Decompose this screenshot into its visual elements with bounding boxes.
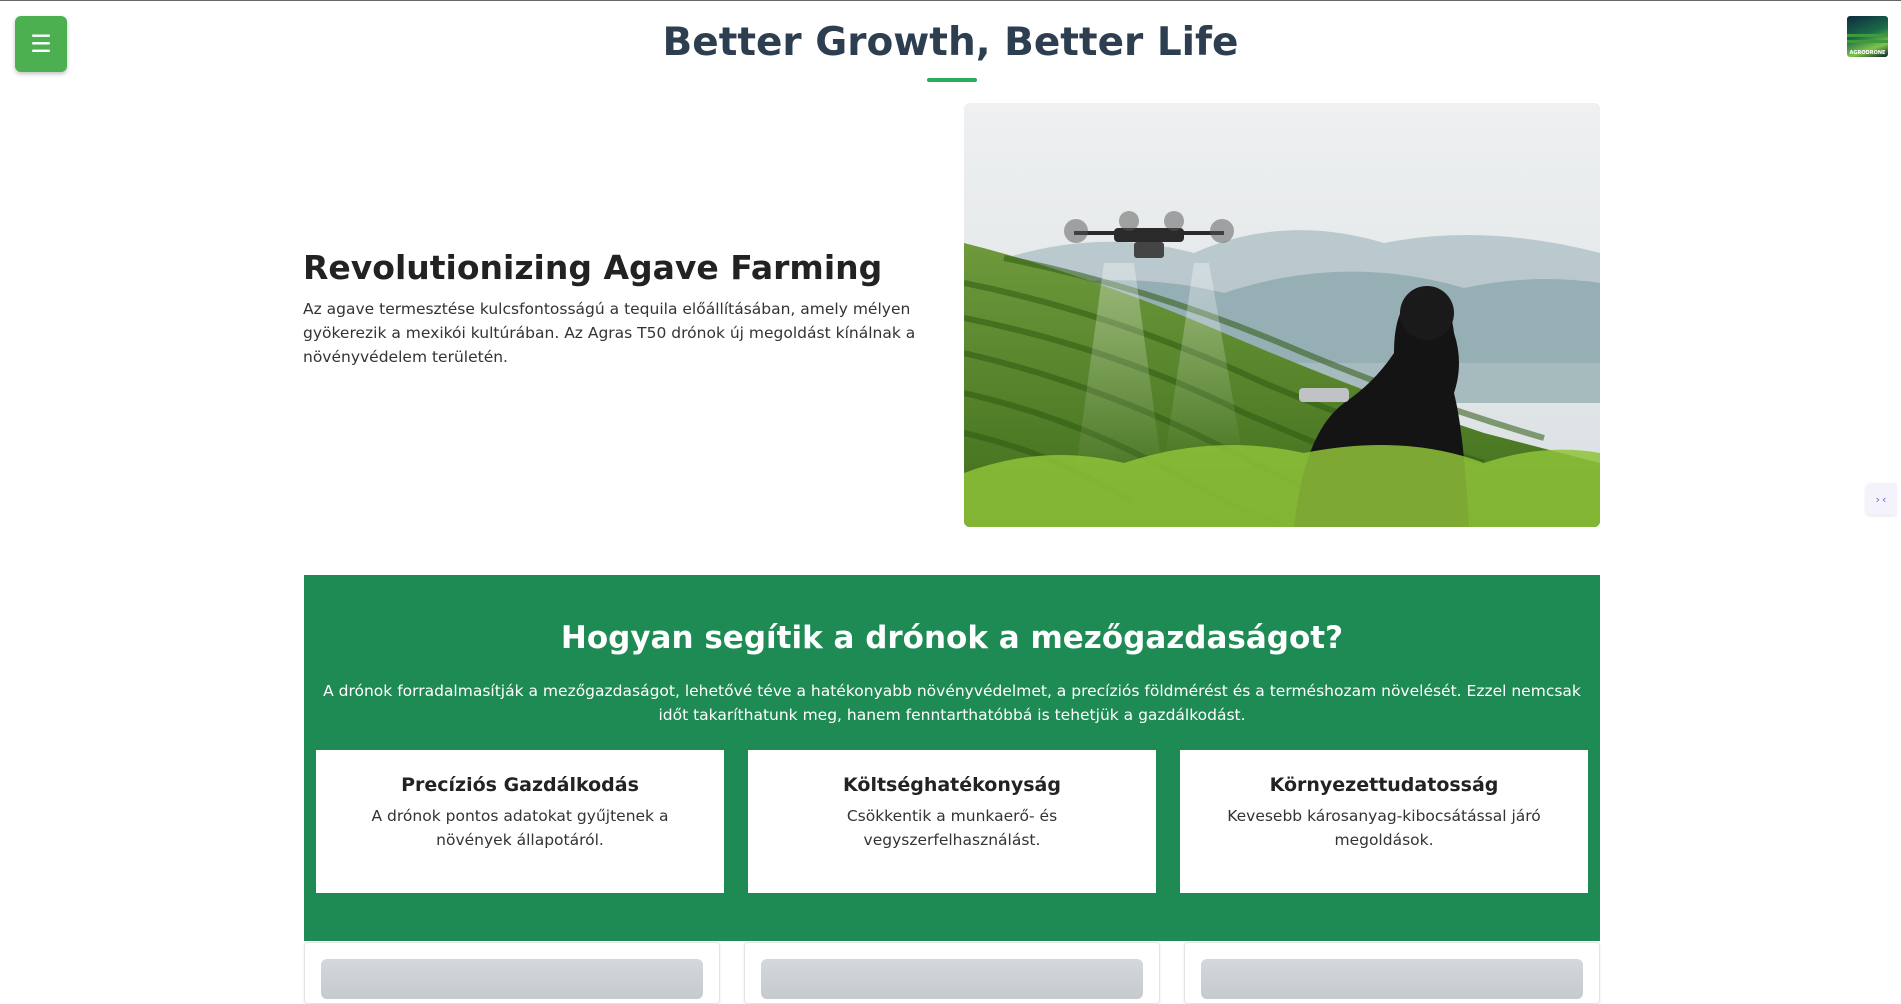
benefits-description: A drónok forradalmasítják a mezőgazdaság… <box>323 682 1581 724</box>
product-card-image <box>321 959 703 999</box>
product-card-image <box>1201 959 1583 999</box>
product-card[interactable] <box>744 942 1160 1004</box>
hero-image-drone-spraying <box>964 103 1600 527</box>
benefit-card-title: Precíziós Gazdálkodás <box>401 774 639 796</box>
product-card[interactable] <box>1184 942 1600 1004</box>
side-widget-button[interactable]: ›‹ <box>1866 483 1896 515</box>
benefits-title: Hogyan segítik a drónok a mezőgazdaságot… <box>560 620 1344 656</box>
product-card[interactable] <box>304 942 720 1004</box>
benefits-section: Hogyan segítik a drónok a mezőgazdaságot… <box>304 575 1600 941</box>
benefit-card-text: Csökkentik a munkaerő- és vegyszerfelhas… <box>846 807 1058 849</box>
product-card-image <box>761 959 1143 999</box>
page-title: Better Growth, Better Life <box>662 20 1239 65</box>
benefit-card-text: A drónok pontos adatokat gyűjtenek a növ… <box>371 807 669 849</box>
benefit-card-title: Környezettudatosság <box>1269 774 1499 796</box>
hero-description: Az agave termesztése kulcsfontosságú a t… <box>303 300 916 366</box>
top-border <box>0 0 1901 1</box>
benefit-card-precision: Precíziós Gazdálkodás A drónok pontos ad… <box>316 750 724 893</box>
hero-text: Revolutionizing Agave Farming Az agave t… <box>303 248 943 369</box>
benefit-card-cost-efficiency: Költséghatékonyság Csökkentik a munkaerő… <box>748 750 1156 893</box>
hero-image-illustration <box>964 103 1600 527</box>
title-underline <box>927 78 977 82</box>
benefit-card-title: Költséghatékonyság <box>843 774 1061 796</box>
translate-widget-icon: ›‹ <box>1874 492 1888 506</box>
benefit-card-text: Kevesebb károsanyag-kibocsátással járó m… <box>1227 807 1541 849</box>
benefit-card-environment: Környezettudatosság Kevesebb károsanyag-… <box>1180 750 1588 893</box>
hero-title: Revolutionizing Agave Farming <box>303 248 883 287</box>
